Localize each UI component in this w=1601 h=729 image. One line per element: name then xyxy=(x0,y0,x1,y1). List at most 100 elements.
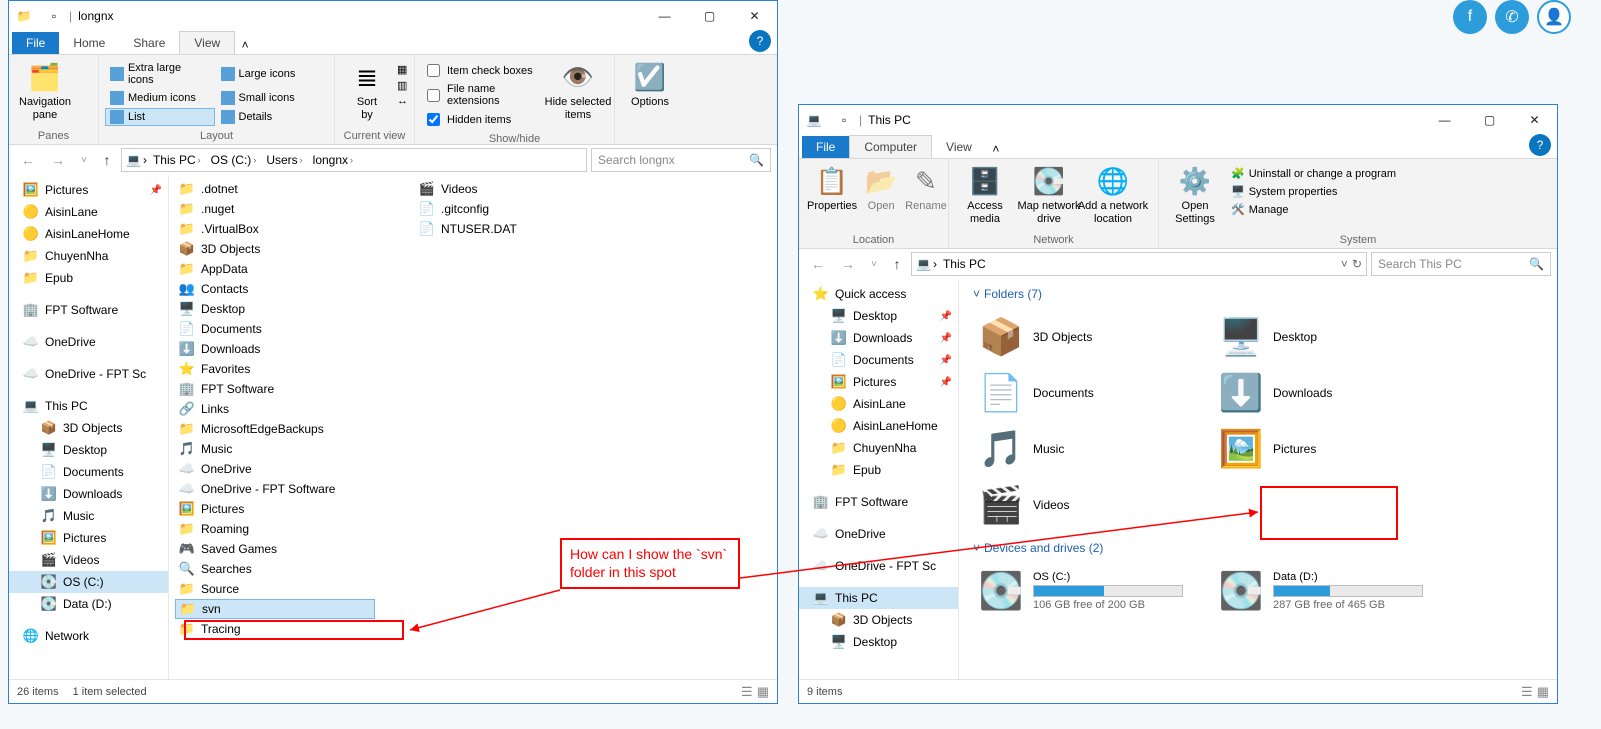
list-item[interactable]: 📁.dotnet xyxy=(175,179,375,199)
drive-tile[interactable]: 💽Data (D:)287 GB free of 465 GB xyxy=(1213,563,1453,619)
back-button[interactable]: ← xyxy=(805,251,831,277)
tab-view[interactable]: View xyxy=(932,136,986,158)
list-item[interactable]: 📁AppData xyxy=(175,259,375,279)
nav-item[interactable]: ☁️OneDrive xyxy=(799,523,958,545)
tab-computer[interactable]: Computer xyxy=(849,135,932,158)
layout-option[interactable]: Details xyxy=(216,108,326,126)
minimize-button[interactable]: — xyxy=(1422,105,1467,135)
up-button[interactable]: ↑ xyxy=(887,251,907,277)
breadcrumb[interactable]: 💻› This PC›OS (C:)›Users›longnx› xyxy=(121,148,587,172)
add-network-location-button[interactable]: 🌐Add a network location xyxy=(1083,164,1143,227)
nav-item[interactable]: ☁️OneDrive - FPT Sc xyxy=(9,363,168,385)
rename-button[interactable]: ✎Rename xyxy=(903,164,949,215)
list-item[interactable]: 🖼️Pictures xyxy=(175,499,375,519)
nav-item[interactable]: 💻This PC xyxy=(9,395,168,417)
folder-tile[interactable]: 📄Documents xyxy=(973,365,1213,421)
folder-tile[interactable]: 🎵Music xyxy=(973,421,1213,477)
search-input[interactable]: Search This PC🔍 xyxy=(1371,252,1551,276)
layout-option[interactable]: Large icons xyxy=(216,60,326,88)
nav-item[interactable]: 💽Data (D:) xyxy=(9,593,168,615)
tab-home[interactable]: Home xyxy=(59,32,119,54)
nav-item[interactable]: 💽OS (C:) xyxy=(9,571,168,593)
list-item[interactable]: 🖥️Desktop xyxy=(175,299,375,319)
nav-item[interactable]: 🖼️Pictures xyxy=(9,527,168,549)
nav-item[interactable]: 🏢FPT Software xyxy=(9,299,168,321)
crumb[interactable]: OS (C:)› xyxy=(207,153,261,167)
list-item[interactable]: ⬇️Downloads xyxy=(175,339,375,359)
properties-button[interactable]: 📋Properties xyxy=(805,164,859,215)
layout-gallery[interactable]: Extra large iconsLarge iconsMedium icons… xyxy=(105,60,325,126)
layout-option[interactable]: Extra large icons xyxy=(105,60,215,88)
crumb[interactable]: Users› xyxy=(262,153,306,167)
list-item[interactable]: 🏢FPT Software xyxy=(175,379,375,399)
search-input[interactable]: Search longnx🔍 xyxy=(591,148,771,172)
nav-item[interactable]: 📦3D Objects xyxy=(799,609,958,631)
folder-tile[interactable]: 🖼️Pictures xyxy=(1213,421,1453,477)
thumbnails-view-icon[interactable]: ▦ xyxy=(1537,684,1549,700)
open-button[interactable]: 📂Open xyxy=(863,164,899,215)
nav-item[interactable]: 📄Documents xyxy=(9,461,168,483)
forward-button[interactable]: → xyxy=(45,147,71,173)
folders-header[interactable]: ˅Folders (7) xyxy=(973,287,1543,301)
collapse-ribbon-icon[interactable]: ˄ xyxy=(986,142,1006,156)
list-item[interactable]: 🔍Searches xyxy=(175,559,375,579)
minimize-button[interactable]: — xyxy=(642,1,687,31)
sort-by-button[interactable]: ≣ Sort by xyxy=(341,60,393,123)
navigation-pane[interactable]: 🖼️Pictures📌🟡AisinLane🟡AisinLaneHome📁Chuy… xyxy=(9,175,169,679)
tab-view[interactable]: View xyxy=(179,31,235,54)
nav-item[interactable]: 🎬Videos xyxy=(9,549,168,571)
options-button[interactable]: ☑️ Options xyxy=(621,60,679,111)
size-columns-icon[interactable]: ↔ xyxy=(397,95,408,107)
nav-item[interactable]: 🟡AisinLaneHome xyxy=(799,415,958,437)
forward-button[interactable]: → xyxy=(835,251,861,277)
recent-dropdown-icon[interactable]: ˅ xyxy=(865,251,883,277)
drives-header[interactable]: ˅Devices and drives (2) xyxy=(973,541,1543,555)
list-item[interactable]: 🔗Links xyxy=(175,399,375,419)
tab-share[interactable]: Share xyxy=(119,32,179,54)
list-item[interactable]: ☁️OneDrive xyxy=(175,459,375,479)
list-item[interactable]: ⭐Favorites xyxy=(175,359,375,379)
close-button[interactable]: ✕ xyxy=(732,1,777,31)
folder-tile[interactable]: ⬇️Downloads xyxy=(1213,365,1453,421)
list-item[interactable]: 📦3D Objects xyxy=(175,239,375,259)
thumbnails-view-icon[interactable]: ▦ xyxy=(757,684,769,700)
nav-item[interactable]: 📁Epub xyxy=(9,267,168,289)
folder-tile[interactable]: 📦3D Objects xyxy=(973,309,1213,365)
layout-option[interactable]: Small icons xyxy=(216,89,326,107)
nav-item[interactable]: 🎵Music xyxy=(9,505,168,527)
content-pane[interactable]: ˅Folders (7) 📦3D Objects🖥️Desktop📄Docume… xyxy=(959,279,1557,679)
crumb[interactable]: This PC› xyxy=(149,153,205,167)
navigation-pane[interactable]: ⭐Quick access🖥️Desktop📌⬇️Downloads📌📄Docu… xyxy=(799,279,959,679)
nav-item[interactable]: 🌐Network xyxy=(9,625,168,647)
nav-item[interactable]: 📦3D Objects xyxy=(9,417,168,439)
nav-item[interactable]: 🟡AisinLaneHome xyxy=(9,223,168,245)
tab-file[interactable]: File xyxy=(802,136,849,158)
nav-item[interactable]: 🖼️Pictures📌 xyxy=(9,179,168,201)
list-item[interactable]: 🎮Saved Games xyxy=(175,539,375,559)
check-item-checkboxes[interactable]: Item check boxes xyxy=(421,60,544,81)
manage-link[interactable]: 🛠️Manage xyxy=(1229,202,1398,217)
nav-item[interactable]: 📁ChuyenNha xyxy=(799,437,958,459)
nav-item[interactable]: 📁ChuyenNha xyxy=(9,245,168,267)
list-item[interactable]: 📁.VirtualBox xyxy=(175,219,375,239)
nav-item[interactable]: ⬇️Downloads xyxy=(9,483,168,505)
nav-item[interactable]: ☁️OneDrive - FPT Sc xyxy=(799,555,958,577)
maximize-button[interactable]: ▢ xyxy=(1467,105,1512,135)
title-bar[interactable]: 💻 ▫ | This PC — ▢ ✕ xyxy=(799,105,1557,135)
list-item[interactable]: ☁️OneDrive - FPT Software xyxy=(175,479,375,499)
uninstall-link[interactable]: 🧩Uninstall or change a program xyxy=(1229,166,1398,181)
open-settings-button[interactable]: ⚙️Open Settings xyxy=(1165,164,1225,227)
details-view-icon[interactable]: ☰ xyxy=(741,684,753,700)
breadcrumb[interactable]: 💻› This PC ˅↻ xyxy=(911,252,1367,276)
nav-item[interactable]: 📁Epub xyxy=(799,459,958,481)
nav-item[interactable]: ⬇️Downloads📌 xyxy=(799,327,958,349)
close-button[interactable]: ✕ xyxy=(1512,105,1557,135)
help-icon[interactable]: ? xyxy=(1529,134,1551,156)
tab-file[interactable]: File xyxy=(12,32,59,54)
list-item[interactable]: 📄Documents xyxy=(175,319,375,339)
nav-item[interactable]: 🟡AisinLane xyxy=(799,393,958,415)
check-hidden-items[interactable]: Hidden items xyxy=(421,109,544,130)
list-item[interactable]: 📁svn xyxy=(175,599,375,619)
list-item[interactable]: 🎬Videos xyxy=(415,179,615,199)
list-item[interactable]: 📄.gitconfig xyxy=(415,199,615,219)
